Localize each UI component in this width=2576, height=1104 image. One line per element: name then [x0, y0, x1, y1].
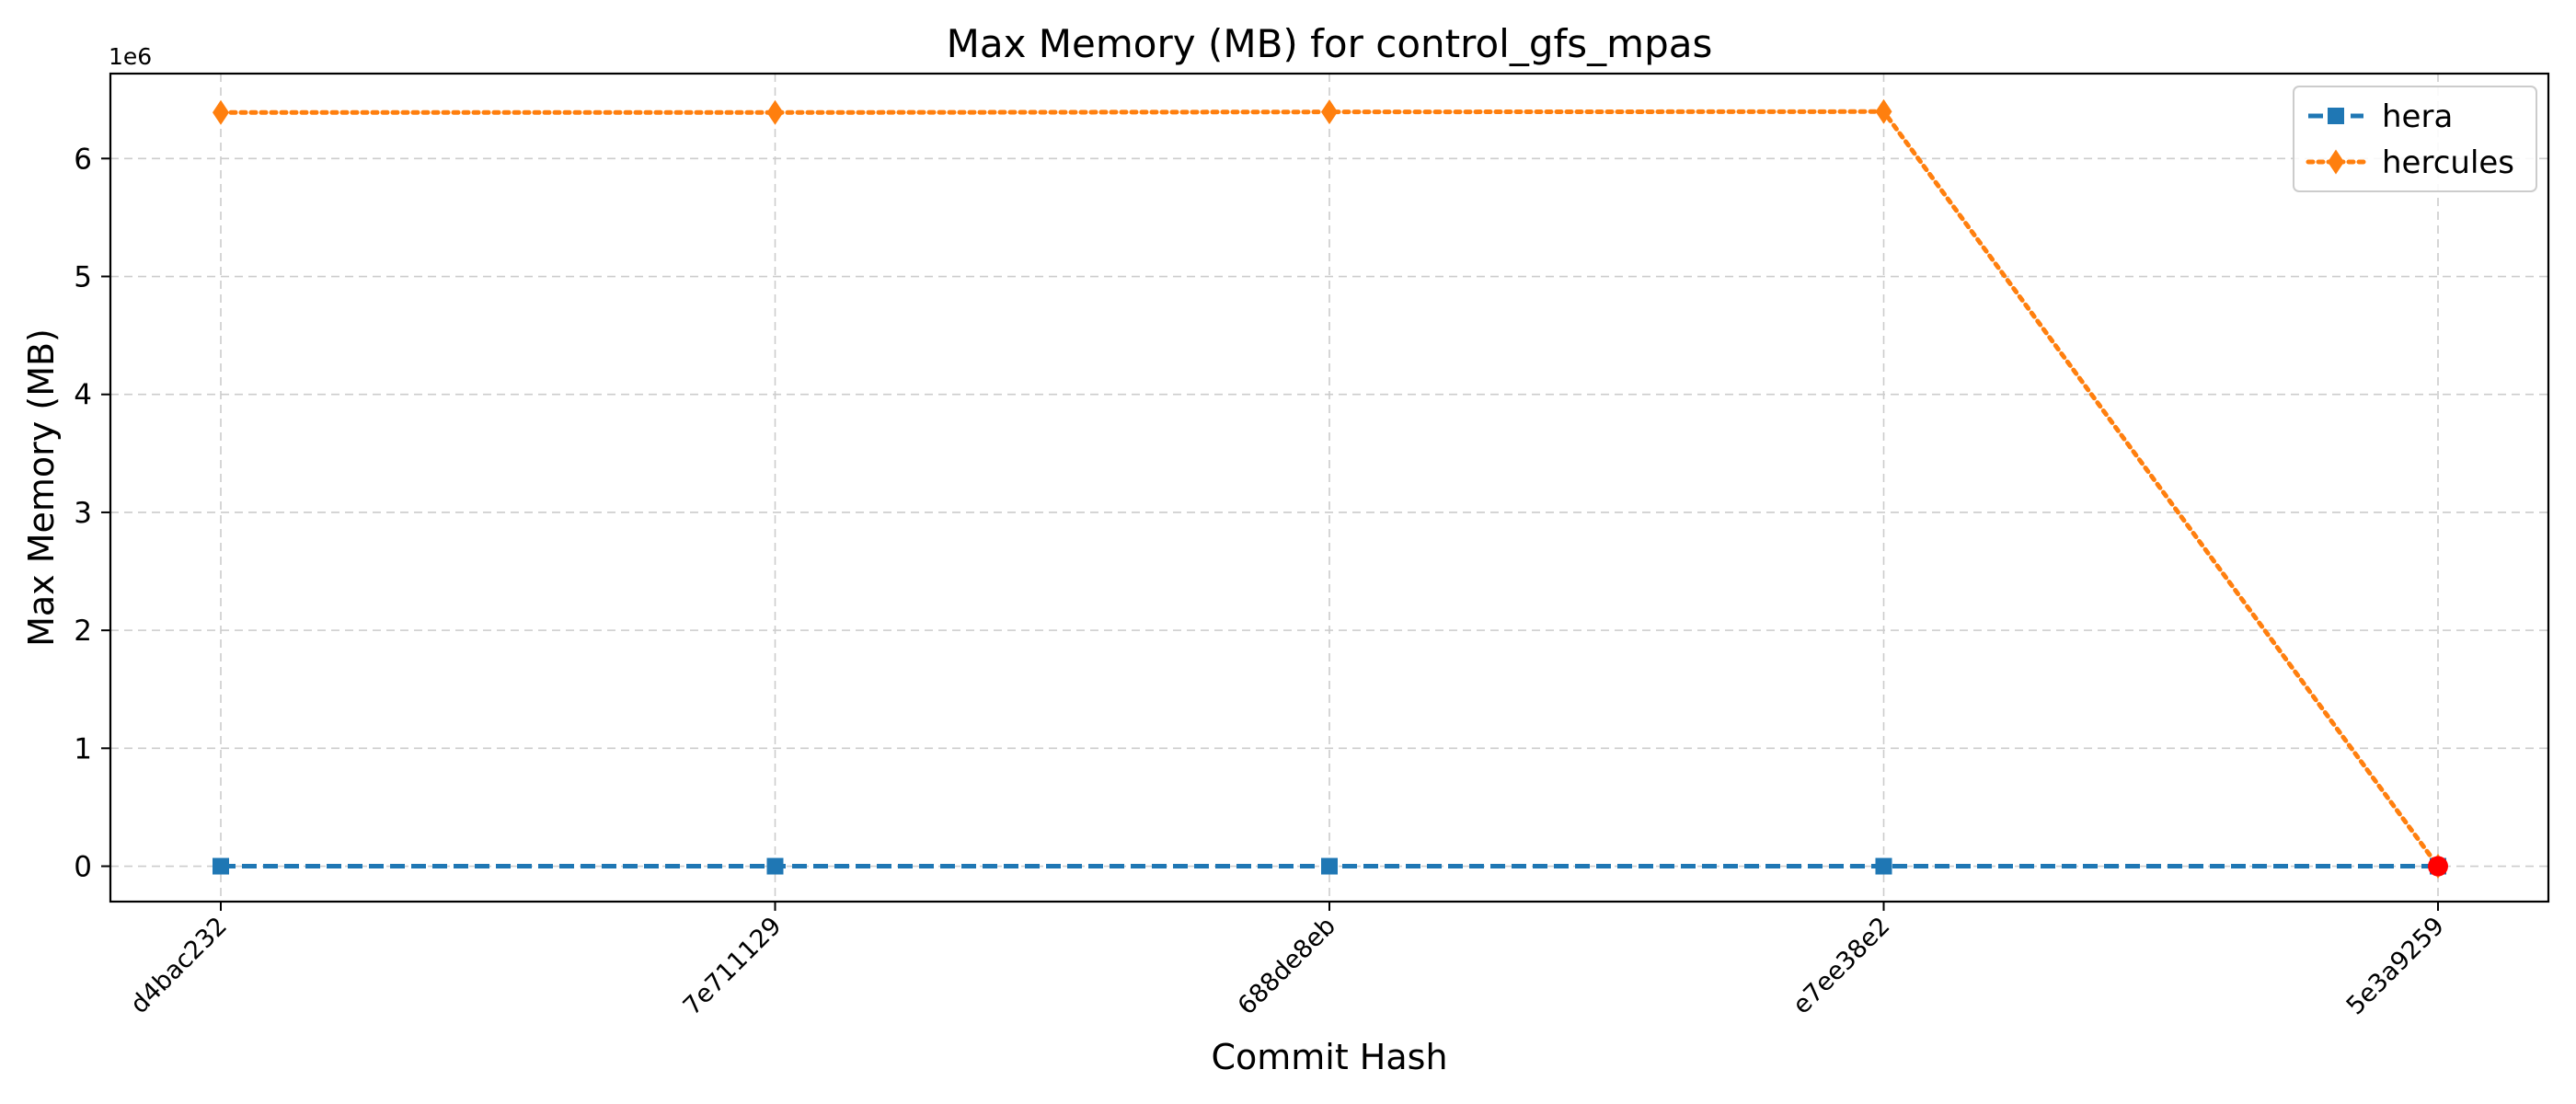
hercules-data-point	[1321, 99, 1338, 125]
hera-data-point	[213, 857, 229, 875]
y-tick-label: 3	[74, 497, 92, 530]
chart-title: Max Memory (MB) for control_gfs_mpas	[947, 21, 1713, 66]
x-tick-label: 688de8eb	[1233, 912, 1341, 1020]
hera-data-point	[766, 857, 784, 875]
legend-marker	[2328, 108, 2344, 124]
legend: hera hercules	[2293, 86, 2537, 192]
legend-label: hera	[2382, 98, 2453, 135]
y-axis-label: Max Memory (MB)	[21, 328, 62, 647]
x-tick-label: e7ee38e2	[1788, 912, 1896, 1020]
grid-lines	[110, 74, 2548, 902]
axis-ticks: 0 1 2 3 4 5 6 d4bac232 7e711129 688de8eb e7ee38e2 5…	[74, 143, 2450, 1020]
legend-label: hercules	[2382, 144, 2514, 181]
highlighted-data-point	[2428, 856, 2448, 877]
y-tick-label: 4	[74, 379, 92, 412]
x-tick-label: 7e711129	[678, 912, 788, 1021]
hercules-data-point	[213, 99, 229, 125]
memory-line-chart: 0 1 2 3 4 5 6 d4bac232 7e711129 688de8eb e7ee38e2 5…	[21, 21, 2550, 1077]
x-axis-label: Commit Hash	[1211, 1037, 1447, 1077]
y-tick-label: 5	[74, 261, 92, 294]
y-tick-label: 2	[74, 615, 92, 648]
y-axis-offset-label: 1e6	[109, 43, 152, 70]
y-tick-label: 0	[74, 851, 92, 884]
y-tick-label: 6	[74, 143, 92, 176]
x-tick-label: 5e3a9259	[2341, 912, 2450, 1020]
hera-data-point	[1321, 857, 1338, 875]
hercules-data-point	[766, 99, 784, 125]
hera-data-point	[1875, 857, 1892, 875]
y-tick-label: 1	[74, 732, 92, 765]
x-tick-label: d4bac232	[125, 912, 233, 1019]
plot-markers	[213, 98, 2448, 880]
